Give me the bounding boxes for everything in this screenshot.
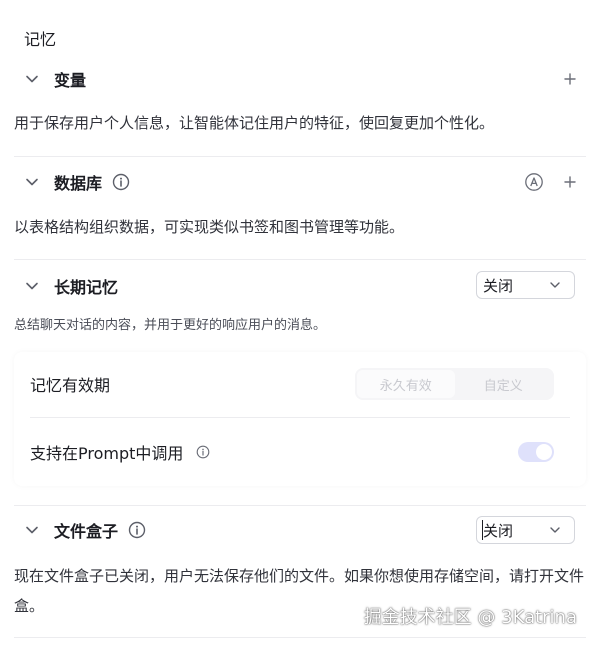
chevron-down-icon	[548, 278, 562, 292]
prompt-support-row: 支持在Prompt中调用	[30, 422, 570, 482]
add-database-icon[interactable]	[560, 172, 580, 192]
info-icon[interactable]	[195, 444, 211, 460]
long-term-memory-settings-panel: 记忆有效期 永久有效 自定义 支持在Prompt中调用	[14, 352, 586, 486]
info-icon[interactable]	[112, 173, 130, 191]
prompt-support-toggle[interactable]	[518, 442, 554, 462]
variables-title: 变量	[54, 71, 87, 90]
memory-validity-row: 记忆有效期 永久有效 自定义	[30, 354, 570, 414]
chevron-down-icon[interactable]	[22, 172, 42, 192]
long-term-memory-description: 总结聊天对话的内容，并用于更好的响应用户的消息。	[14, 318, 327, 333]
divider	[14, 259, 586, 260]
divider	[14, 156, 586, 157]
chevron-down-icon[interactable]	[22, 276, 42, 296]
divider	[30, 417, 570, 418]
validity-option-custom[interactable]: 自定义	[455, 370, 553, 398]
variables-header[interactable]: 变量	[14, 59, 586, 99]
info-icon[interactable]	[128, 521, 146, 539]
toggle-knob	[536, 444, 552, 460]
divider	[14, 505, 586, 506]
watermark: 掘金技术社区 @ 3Katrina	[363, 607, 577, 628]
database-header[interactable]: 数据库	[14, 162, 586, 202]
memory-validity-label: 记忆有效期	[30, 376, 111, 395]
database-description: 以表格结构组织数据，可实现类似书签和图书管理等功能。	[14, 218, 405, 236]
file-box-title: 文件盒子	[54, 522, 119, 541]
chevron-down-icon[interactable]	[22, 520, 42, 540]
database-title: 数据库	[54, 174, 103, 193]
select-value: 关闭	[483, 276, 514, 295]
memory-validity-segmented-control[interactable]: 永久有效 自定义	[355, 368, 554, 400]
text-cursor	[482, 520, 483, 540]
variables-description: 用于保存用户个人信息，让智能体记住用户的特征，使回复更加个性化。	[14, 114, 495, 132]
prompt-support-label: 支持在Prompt中调用	[30, 444, 184, 463]
chevron-down-icon	[548, 523, 562, 537]
long-term-memory-title: 长期记忆	[54, 278, 119, 297]
add-variable-icon[interactable]	[560, 69, 580, 89]
select-value: 关闭	[483, 521, 514, 540]
long-term-memory-select[interactable]: 关闭	[476, 271, 575, 299]
auto-mode-icon[interactable]	[524, 172, 544, 192]
file-box-select[interactable]: 关闭	[476, 516, 575, 544]
divider	[14, 637, 586, 638]
chevron-down-icon[interactable]	[22, 69, 42, 89]
validity-option-permanent[interactable]: 永久有效	[357, 370, 455, 398]
memory-section-title: 记忆	[24, 30, 57, 49]
